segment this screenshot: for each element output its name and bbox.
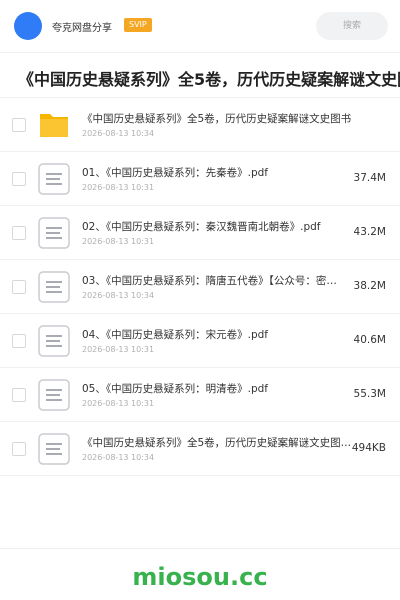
document-icon [38,271,70,303]
file-list: 《中国历史悬疑系列》全5卷，历代历史疑案解谜文史图书 2026-08-13 10… [0,98,400,476]
file-checkbox[interactable] [12,226,26,240]
file-size: 38.2M [353,280,386,292]
search-input[interactable]: 搜索 [316,12,388,40]
header: 夸克网盘分享 SVIP 搜索 [0,0,400,52]
file-checkbox[interactable] [12,442,26,456]
file-date: 2026-08-13 10:31 [82,237,155,246]
svip-badge: SVIP [124,18,152,32]
footer: miosou.cc [0,548,400,600]
file-date: 2026-08-13 10:34 [82,129,155,138]
file-date: 2026-08-13 10:34 [82,453,155,462]
document-icon [38,379,70,411]
file-row[interactable]: 《中国历史悬疑系列》全5卷，历代历史疑案解谜文史图书 2026-08-13 10… [0,98,400,152]
file-name: 02、《中国历史悬疑系列：秦汉魏晋南北朝卷》.pdf [82,221,321,233]
file-size: 40.6M [353,334,386,346]
folder-icon [40,114,68,137]
file-date: 2026-08-13 10:34 [82,291,155,300]
file-size: 55.3M [353,388,386,400]
file-name: 《中国历史悬疑系列》全5卷，历代历史疑案解谜文史图… [82,437,352,449]
file-row[interactable]: 05、《中国历史悬疑系列：明清卷》.pdf 2026-08-13 10:31 5… [0,368,400,422]
file-name: 04、《中国历史悬疑系列：宋元卷》.pdf [82,329,268,341]
file-row[interactable]: 03、《中国历史悬疑系列：隋唐五代卷》【公众号：密… 2026-08-13 10… [0,260,400,314]
file-name: 01、《中国历史悬疑系列：先秦卷》.pdf [82,167,268,179]
file-checkbox[interactable] [12,172,26,186]
file-checkbox[interactable] [12,280,26,294]
file-row[interactable]: 01、《中国历史悬疑系列：先秦卷》.pdf 2026-08-13 10:31 3… [0,152,400,206]
file-name: 05、《中国历史悬疑系列：明清卷》.pdf [82,383,268,395]
file-date: 2026-08-13 10:31 [82,399,155,408]
document-icon [38,433,70,465]
file-date: 2026-08-13 10:31 [82,345,155,354]
file-checkbox[interactable] [12,118,26,132]
file-row[interactable]: 04、《中国历史悬疑系列：宋元卷》.pdf 2026-08-13 10:31 4… [0,314,400,368]
file-row[interactable]: 02、《中国历史悬疑系列：秦汉魏晋南北朝卷》.pdf 2026-08-13 10… [0,206,400,260]
share-title: 夸克网盘分享 [52,23,112,34]
file-checkbox[interactable] [12,334,26,348]
file-size: 37.4M [353,172,386,184]
file-size: 494KB [351,442,386,454]
document-icon [38,163,70,195]
file-size: 43.2M [353,226,386,238]
file-name: 03、《中国历史悬疑系列：隋唐五代卷》【公众号：密… [82,275,337,287]
document-icon [38,217,70,249]
document-icon [38,325,70,357]
file-date: 2026-08-13 10:31 [82,183,155,192]
avatar[interactable] [14,12,42,40]
file-checkbox[interactable] [12,388,26,402]
page-title: 《中国历史悬疑系列》全5卷，历代历史疑案解谜文史图书 [18,70,400,89]
title-bar: 《中国历史悬疑系列》全5卷，历代历史疑案解谜文史图书 [0,52,400,98]
watermark-text: miosou.cc [132,563,268,591]
file-name: 《中国历史悬疑系列》全5卷，历代历史疑案解谜文史图书 [82,113,352,125]
file-row[interactable]: 《中国历史悬疑系列》全5卷，历代历史疑案解谜文史图… 2026-08-13 10… [0,422,400,476]
